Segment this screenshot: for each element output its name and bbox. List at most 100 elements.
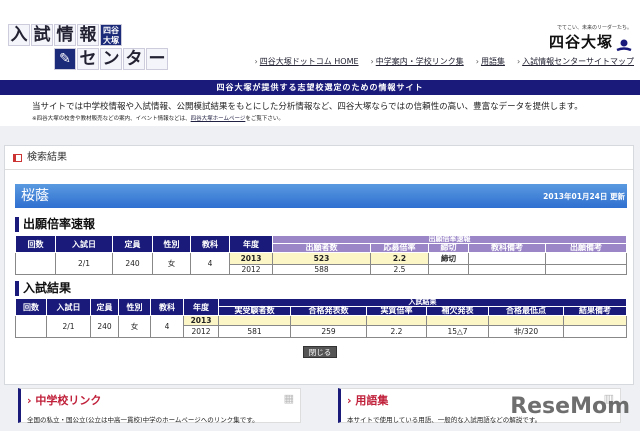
col-header: 出願備考: [545, 243, 627, 253]
cell: 240: [112, 252, 153, 275]
cell: [366, 315, 427, 326]
box-desc: 全国の私立・国公立(公立は中高一貫校)中学のホームページへのリンク集です。: [27, 416, 259, 424]
col-header: 定員: [112, 235, 153, 253]
col-header: 教科: [190, 235, 230, 253]
cell: 女: [152, 252, 191, 275]
cell: 2012: [183, 325, 219, 338]
col-header: 入試日: [46, 298, 91, 316]
box-title: 中学校リンク: [35, 394, 102, 407]
cell: [563, 325, 627, 338]
col-header: 性別: [118, 298, 151, 316]
watermark: ReseMom: [510, 394, 630, 419]
col-header: 締切: [428, 243, 469, 253]
brand-mark-icon: [616, 39, 632, 51]
cell: [428, 264, 469, 275]
panel-title: 検索結果: [27, 152, 67, 163]
logo-char: ー: [146, 48, 168, 70]
cell: 2/1: [55, 252, 113, 275]
cell: [468, 252, 546, 265]
logo-char: 情: [54, 24, 76, 46]
col-header: 教科備考: [468, 243, 546, 253]
col-header: 出願者数: [272, 243, 371, 253]
updated-date: 2013年01月24日 更新: [543, 192, 625, 201]
application-rate-table: 回数 入試日 定員 性別 教科 年度 出願倍率速報 出願者数 応募倍率 締切 教…: [15, 235, 627, 275]
cell: [15, 252, 56, 275]
cell: 4: [190, 252, 230, 275]
nav-link-home[interactable]: 四谷大塚ドットコム HOME: [260, 57, 359, 66]
cell: [545, 252, 627, 265]
cell: 非/320: [488, 325, 564, 338]
brand-logo[interactable]: でてこい、未来のリーダーたち。 四谷大塚: [549, 24, 632, 52]
cell: 240: [90, 315, 119, 338]
col-header: 合格最低点: [488, 306, 564, 316]
cell: [488, 315, 564, 326]
cell: 2.2: [370, 252, 429, 265]
cell: [426, 315, 489, 326]
cell: 523: [272, 252, 371, 265]
logo-char: ン: [100, 48, 122, 70]
site-banner: 四谷大塚が提供する志望校選定のための情報サイト: [0, 80, 640, 95]
intro-text: 当サイトでは中学校情報や入試情報、公開模試結果をもとにした分析情報など、四谷大塚…: [32, 102, 583, 112]
school-name: 桜蔭: [21, 188, 49, 204]
col-header: 合格発表数: [290, 306, 367, 316]
cell: 588: [272, 264, 371, 275]
cell: [468, 264, 546, 275]
cell: 581: [218, 325, 291, 338]
logo-badge: 四谷大塚: [100, 24, 122, 46]
top-nav: › 四谷大塚ドットコム HOME › 中学案内・学校リンク集 › 用語集 › 入試情報セ…: [254, 57, 634, 66]
pencil-icon: ✎: [54, 48, 76, 70]
col-header: 回数: [15, 235, 56, 253]
col-header: 実質倍率: [366, 306, 427, 316]
logo-char: 試: [31, 24, 53, 46]
col-header: 応募倍率: [370, 243, 429, 253]
col-header: 入試日: [55, 235, 113, 253]
col-header: 性別: [152, 235, 191, 253]
cell: [290, 315, 367, 326]
note-text: ※四谷大塚の校舎や教材販売などの案内、イベント情報などは、四谷大塚ホームページを…: [32, 114, 284, 122]
school-title-bar: 桜蔭 2013年01月24日 更新: [15, 184, 627, 208]
col-header: 補欠発表: [426, 306, 489, 316]
close-button[interactable]: 閉じる: [303, 346, 337, 358]
cell: 2.5: [370, 264, 429, 275]
search-results-panel: 検索結果 桜蔭 2013年01月24日 更新 出願倍率速報 回数 入試日 定員 …: [4, 145, 634, 385]
list-icon: [13, 154, 22, 162]
cell: 259: [290, 325, 367, 338]
col-header: 回数: [15, 298, 47, 316]
nav-link-school-links[interactable]: 中学案内・学校リンク集: [376, 57, 464, 66]
cell: 2013: [229, 252, 273, 265]
note-pre: ※四谷大塚の校舎や教材販売などの案内、イベント情報などは、: [32, 116, 191, 122]
cell: 2012: [229, 264, 273, 275]
box-title: 用語集: [355, 394, 389, 407]
site-logo[interactable]: 入 試 情 報 四谷大塚 ✎ セ ン タ ー: [8, 24, 173, 76]
building-icon: ▦: [283, 392, 294, 405]
cell: [218, 315, 291, 326]
table-row: 2/1 240 女 4 2013 523 2.2 締切: [15, 252, 627, 275]
col-header: 実受験者数: [218, 306, 291, 316]
logo-char: セ: [77, 48, 99, 70]
cell: 15△7: [426, 325, 489, 338]
cell: 2/1: [46, 315, 91, 338]
nav-link-glossary[interactable]: 用語集: [481, 57, 505, 66]
homepage-link[interactable]: 四谷大塚ホームページ: [191, 116, 246, 122]
cell: 2.2: [366, 325, 427, 338]
section-title-application: 出願倍率速報: [15, 217, 95, 232]
logo-char: タ: [123, 48, 145, 70]
col-header: 教科: [150, 298, 184, 316]
group-header: 入試結果: [218, 298, 627, 307]
cell: [545, 264, 627, 275]
exam-results-table: 回数 入試日 定員 性別 教科 年度 入試結果 実受験者数 合格発表数 実質倍率…: [15, 298, 627, 338]
cell: 2013: [183, 315, 219, 326]
cell: [563, 315, 627, 326]
col-header: 年度: [183, 298, 219, 316]
school-links-box[interactable]: › 中学校リンク 全国の私立・国公立(公立は中高一貫校)中学のホームページへのリ…: [18, 388, 301, 424]
brand-name: 四谷大塚: [548, 33, 613, 51]
logo-char: 入: [8, 24, 30, 46]
note-post: をご覧下さい。: [245, 116, 284, 122]
col-header: 結果備考: [563, 306, 627, 316]
brand-tagline: でてこい、未来のリーダーたち。: [556, 25, 632, 31]
col-header: 年度: [229, 235, 273, 253]
nav-link-sitemap[interactable]: 入試情報センターサイトマップ: [522, 57, 634, 66]
cell: [15, 315, 47, 338]
table-row: 2/1 240 女 4 2013: [15, 315, 627, 338]
logo-char: 報: [77, 24, 99, 46]
